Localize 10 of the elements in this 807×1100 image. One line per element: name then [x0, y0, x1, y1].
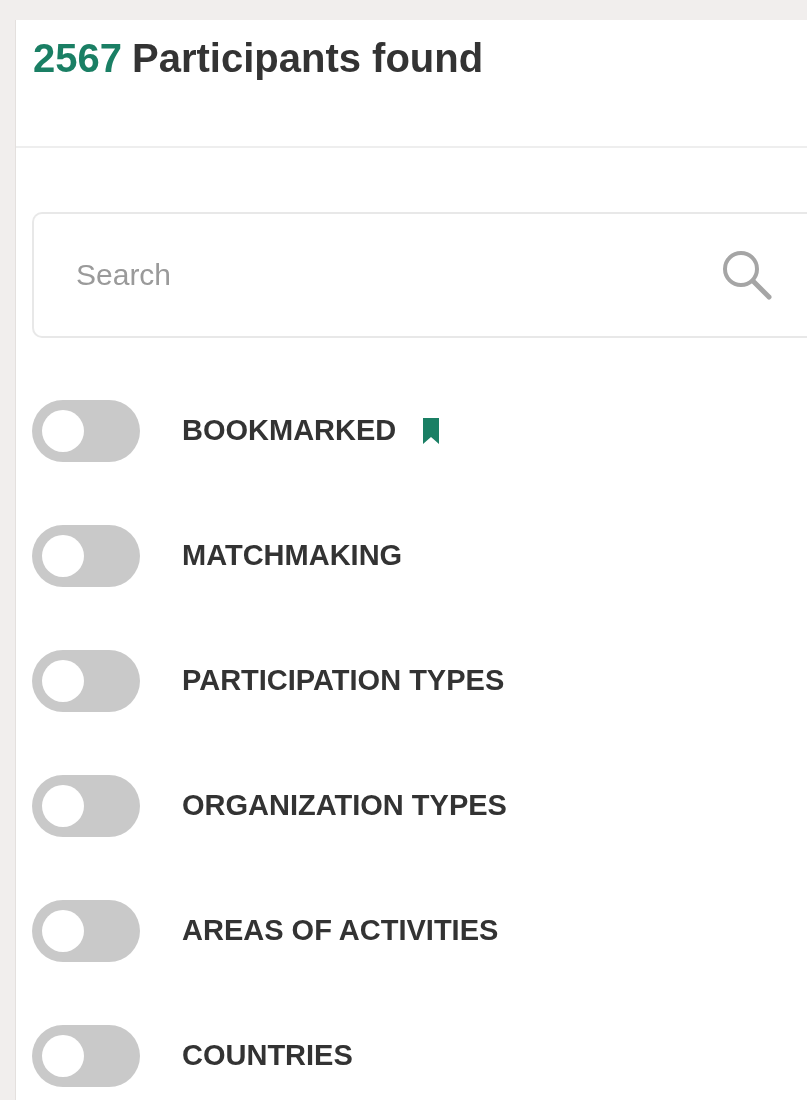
- filter-label: COUNTRIES: [182, 1037, 353, 1073]
- bookmark-icon: [422, 416, 441, 445]
- filter-label: PARTICIPATION TYPES: [182, 662, 505, 698]
- filter-label: BOOKMARKED: [182, 412, 397, 448]
- result-count: 2567: [33, 36, 122, 80]
- filter-label: MATCHMAKING: [182, 537, 403, 573]
- search-field[interactable]: Search: [32, 212, 807, 338]
- filter-label: AREAS OF ACTIVITIES: [182, 912, 499, 948]
- results-label: Participants found: [132, 36, 484, 80]
- filter-label: ORGANIZATION TYPES: [182, 787, 507, 823]
